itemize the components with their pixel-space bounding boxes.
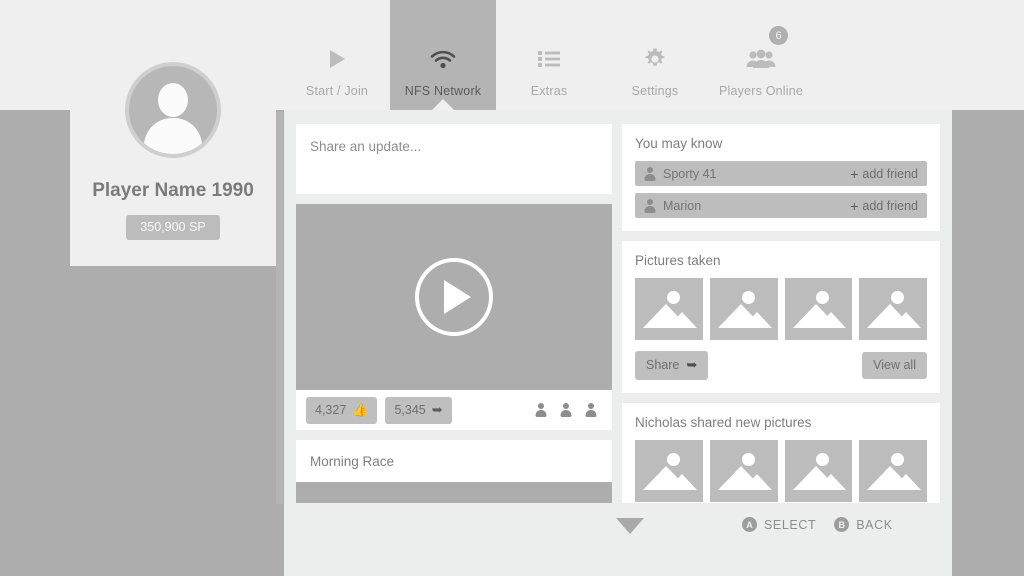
pictures-thumbnail-row xyxy=(635,278,927,340)
play-icon xyxy=(328,42,346,76)
add-friend-label: add friend xyxy=(862,198,918,213)
video-thumbnail[interactable] xyxy=(296,204,612,390)
image-placeholder-icon[interactable] xyxy=(784,278,853,340)
image-placeholder-icon[interactable] xyxy=(635,440,703,502)
morning-race-card[interactable]: Morning Race xyxy=(296,440,612,503)
pictures-actions: Share ➥ View all xyxy=(635,351,927,380)
add-friend-button[interactable]: + add friend xyxy=(850,198,918,214)
share-arrow-icon: ➥ xyxy=(686,357,698,372)
video-post-card: 4,327 👍 5,345 ➥ xyxy=(296,204,612,430)
nav-item-nfs-network[interactable]: NFS Network xyxy=(390,0,496,110)
player-profile-card[interactable]: Player Name 1990 350,900 SP xyxy=(70,40,276,266)
avatar-head xyxy=(158,83,188,117)
top-navigation: Start / Join NFS Network Extras Settings… xyxy=(284,0,1024,110)
nav-label-players-online: Players Online xyxy=(718,84,804,98)
prompt-select-label: SELECT xyxy=(764,517,817,532)
person-icon xyxy=(644,166,655,181)
share-count-button[interactable]: 5,345 ➥ xyxy=(385,396,452,424)
you-may-know-title: You may know xyxy=(635,136,723,151)
app-root: Start / Join NFS Network Extras Settings… xyxy=(0,0,1024,576)
nav-item-start-join[interactable]: Start / Join xyxy=(284,0,390,110)
person-icon xyxy=(535,403,546,417)
thumbs-up-icon: 👍 xyxy=(352,401,369,417)
morning-race-media xyxy=(296,482,612,503)
list-icon xyxy=(538,42,560,76)
person-icon xyxy=(585,403,596,417)
nav-label-start-join: Start / Join xyxy=(305,84,369,98)
nav-label-nfs-network: NFS Network xyxy=(404,84,482,98)
shared-pictures-title: Nicholas shared new pictures xyxy=(635,415,812,430)
status-badge: 350,900 SP xyxy=(126,215,220,240)
feed-column: Share an update... 4,327 👍 5,345 ➥ Morni… xyxy=(296,124,612,503)
post-stats-bar: 4,327 👍 5,345 ➥ xyxy=(296,390,612,430)
chevron-down-icon[interactable] xyxy=(616,518,644,534)
pictures-taken-title: Pictures taken xyxy=(635,253,721,268)
shared-thumbnail-row xyxy=(635,440,927,502)
plus-icon: + xyxy=(850,165,859,182)
footer-bar: A SELECT B BACK xyxy=(284,503,952,576)
image-placeholder-icon[interactable] xyxy=(859,278,927,340)
add-friend-label: add friend xyxy=(862,166,918,181)
nav-label-extras: Extras xyxy=(530,84,568,98)
pictures-taken-card: Pictures taken Share ➥ View all xyxy=(622,241,940,393)
plus-icon: + xyxy=(850,197,859,214)
players-online-badge: 6 xyxy=(769,26,788,45)
friend-name: Marion xyxy=(663,198,702,213)
add-friend-button[interactable]: + add friend xyxy=(850,166,918,182)
morning-race-title: Morning Race xyxy=(310,454,395,469)
prompt-select[interactable]: A SELECT xyxy=(742,517,816,532)
person-avatar-icon xyxy=(125,62,221,158)
prompt-back-label: BACK xyxy=(856,517,893,532)
sidebar-column: You may know Sporty 41 + add friend Mari… xyxy=(622,124,940,503)
share-count: 5,345 xyxy=(394,402,426,417)
nav-item-extras[interactable]: Extras xyxy=(496,0,602,110)
list-item[interactable]: Marion + add friend xyxy=(635,193,927,218)
composer-card[interactable]: Share an update... xyxy=(296,124,612,194)
image-placeholder-icon[interactable] xyxy=(709,278,778,340)
people-icon: 6 xyxy=(746,26,788,76)
shared-pictures-card: Nicholas shared new pictures xyxy=(622,403,940,503)
like-count: 4,327 xyxy=(315,402,347,417)
view-all-label: View all xyxy=(873,358,916,372)
a-button-icon: A xyxy=(742,517,757,532)
avatar-body xyxy=(144,118,202,154)
person-icon xyxy=(560,403,571,417)
play-triangle xyxy=(444,280,471,314)
play-circle-icon[interactable] xyxy=(415,258,493,336)
button-prompts: A SELECT B BACK xyxy=(742,517,893,532)
friend-name: Sporty 41 xyxy=(663,166,717,181)
share-label: Share xyxy=(646,358,680,372)
feed-scroll-area: Share an update... 4,327 👍 5,345 ➥ Morni… xyxy=(284,110,952,503)
gear-icon xyxy=(644,42,666,76)
view-all-button[interactable]: View all xyxy=(862,352,927,379)
page-title: Player Name 1990 xyxy=(92,180,254,201)
image-placeholder-icon[interactable] xyxy=(709,440,778,502)
image-placeholder-icon[interactable] xyxy=(635,278,703,340)
image-placeholder-icon[interactable] xyxy=(784,440,853,502)
b-button-icon: B xyxy=(834,517,850,532)
prompt-back[interactable]: B BACK xyxy=(834,517,892,532)
share-update-input[interactable]: Share an update... xyxy=(310,139,598,154)
person-icon xyxy=(644,198,655,213)
wifi-icon xyxy=(430,42,456,76)
active-tab-notch xyxy=(432,99,454,110)
nav-item-settings[interactable]: Settings xyxy=(602,0,708,110)
viewer-avatars xyxy=(535,403,602,417)
share-arrow-icon: ➥ xyxy=(431,401,443,417)
you-may-know-card: You may know Sporty 41 + add friend Mari… xyxy=(622,124,940,231)
like-button[interactable]: 4,327 👍 xyxy=(306,396,378,424)
list-item[interactable]: Sporty 41 + add friend xyxy=(635,161,927,186)
share-pictures-button[interactable]: Share ➥ xyxy=(635,351,709,380)
image-placeholder-icon[interactable] xyxy=(859,440,927,502)
background-panel-right xyxy=(952,110,1024,576)
nav-item-players-online[interactable]: 6 Players Online xyxy=(708,0,814,110)
nav-label-settings: Settings xyxy=(631,84,679,98)
scrollbar-thumb[interactable] xyxy=(276,112,283,504)
scrollbar-track[interactable] xyxy=(276,112,283,504)
